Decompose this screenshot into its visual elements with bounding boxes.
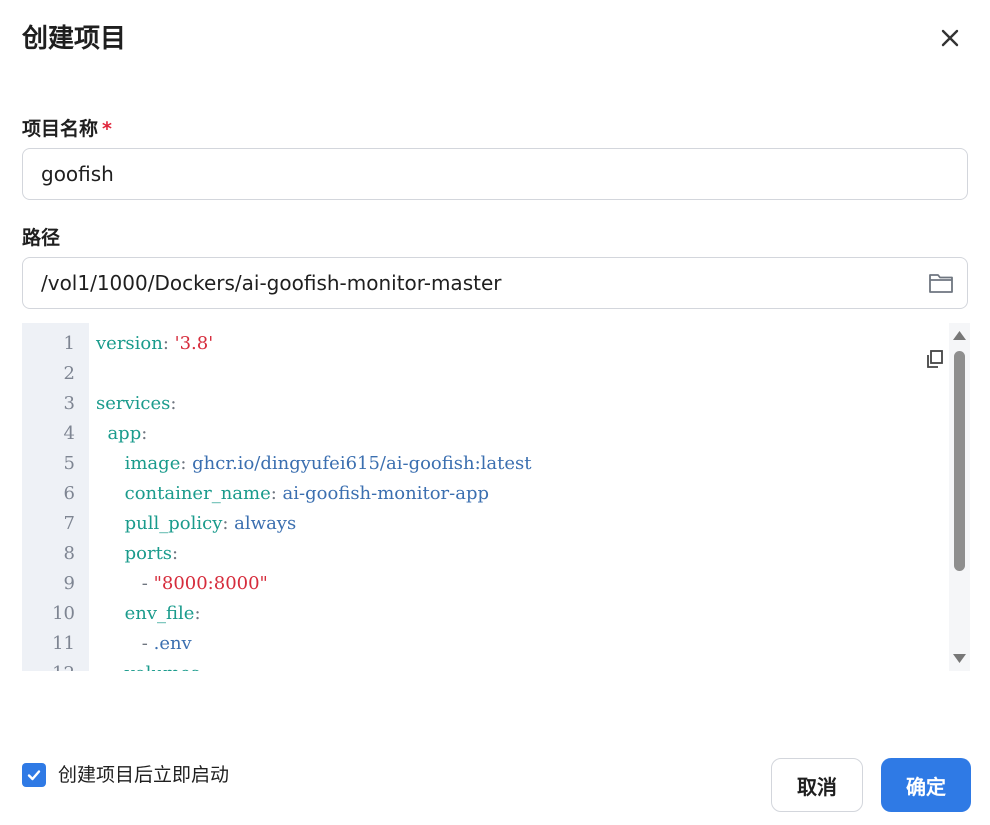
project-name-value: goofish <box>41 162 114 186</box>
line-number: 8 <box>63 543 75 564</box>
line-number: 4 <box>63 423 75 444</box>
yaml-separator: : <box>172 543 179 564</box>
code-line: - .env <box>96 629 192 659</box>
yaml-key: image <box>124 453 181 474</box>
folder-icon <box>929 274 953 293</box>
yaml-key: services <box>96 393 171 414</box>
line-number: 10 <box>52 603 75 624</box>
code-line: pull_policy: always <box>96 509 297 539</box>
code-line: version: '3.8' <box>96 329 213 359</box>
project-name-input[interactable]: goofish <box>22 148 968 200</box>
code-line: volumes: <box>96 659 206 671</box>
yaml-value: .env <box>153 633 192 654</box>
yaml-key: version <box>96 333 163 354</box>
code-line: container_name: ai-goofish-monitor-app <box>96 479 489 509</box>
code-line: - "8000:8000" <box>96 569 268 599</box>
code-line: image: ghcr.io/dingyufei615/ai-goofish:l… <box>96 449 532 479</box>
autostart-option[interactable]: 创建项目后立即启动 <box>22 762 229 788</box>
yaml-separator: : <box>170 393 177 414</box>
browse-folder-button[interactable] <box>927 270 955 296</box>
code-line: services: <box>96 389 176 419</box>
yaml-separator: : <box>200 663 206 671</box>
close-icon <box>941 29 959 47</box>
line-number-gutter: 123456789101112 <box>22 323 89 671</box>
path-value: /vol1/1000/Dockers/ai-goofish-monitor-ma… <box>41 271 502 295</box>
yaml-value: ai-goofish-monitor-app <box>282 483 490 504</box>
dialog-title: 创建项目 <box>22 24 127 54</box>
yaml-separator: : <box>180 453 193 474</box>
line-number: 7 <box>63 513 75 534</box>
line-number: 3 <box>63 393 75 414</box>
copy-button[interactable] <box>924 348 946 370</box>
scroll-up-arrow-icon[interactable] <box>952 329 967 341</box>
project-name-label: 项目名称 * <box>22 116 112 142</box>
line-number: 1 <box>63 333 75 354</box>
yaml-key: volumes <box>125 663 200 671</box>
yaml-separator: : <box>194 603 201 624</box>
yaml-value: "8000:8000" <box>153 573 268 594</box>
autostart-label: 创建项目后立即启动 <box>58 764 230 786</box>
yaml-key: ports <box>124 543 173 564</box>
path-input[interactable]: /vol1/1000/Dockers/ai-goofish-monitor-ma… <box>22 257 968 309</box>
path-label: 路径 <box>22 227 61 249</box>
checkmark-icon <box>27 770 41 781</box>
line-number: 9 <box>63 573 75 594</box>
yaml-value: always <box>234 513 297 534</box>
close-button[interactable] <box>934 22 966 54</box>
code-line: app: <box>96 419 147 449</box>
yaml-key: pull_policy <box>124 513 223 534</box>
copy-icon <box>927 350 943 368</box>
compose-editor[interactable]: 123456789101112 version: '3.8'services: … <box>22 323 970 671</box>
yaml-key: app <box>107 423 142 444</box>
line-number: 2 <box>63 363 75 384</box>
yaml-key: container_name <box>124 483 271 504</box>
line-number: 12 <box>25 659 75 671</box>
line-number: 6 <box>63 483 75 504</box>
yaml-separator: : <box>270 483 283 504</box>
yaml-separator: - <box>141 633 154 654</box>
yaml-value: '3.8' <box>174 333 214 354</box>
editor-scrollbar[interactable] <box>949 323 970 671</box>
scroll-thumb[interactable] <box>954 351 965 571</box>
yaml-separator: - <box>141 573 154 594</box>
autostart-checkbox[interactable] <box>22 763 46 787</box>
confirm-button[interactable]: 确定 <box>881 758 971 812</box>
scroll-down-arrow-icon[interactable] <box>952 653 967 665</box>
required-mark: * <box>102 118 112 140</box>
create-project-dialog: 创建项目 项目名称 * goofish 路径 /vol1/1000/Dockers… <box>0 0 990 825</box>
line-number: 11 <box>52 633 75 654</box>
code-line: env_file: <box>96 599 201 629</box>
yaml-key: env_file <box>124 603 195 624</box>
code-line: ports: <box>96 539 179 569</box>
line-number: 5 <box>63 453 75 474</box>
yaml-separator: : <box>222 513 235 534</box>
yaml-value: ghcr.io/dingyufei615/ai-goofish:latest <box>192 453 532 474</box>
project-name-label-text: 项目名称 <box>22 118 99 140</box>
cancel-button[interactable]: 取消 <box>771 758 863 812</box>
yaml-separator: : <box>162 333 175 354</box>
yaml-separator: : <box>141 423 148 444</box>
